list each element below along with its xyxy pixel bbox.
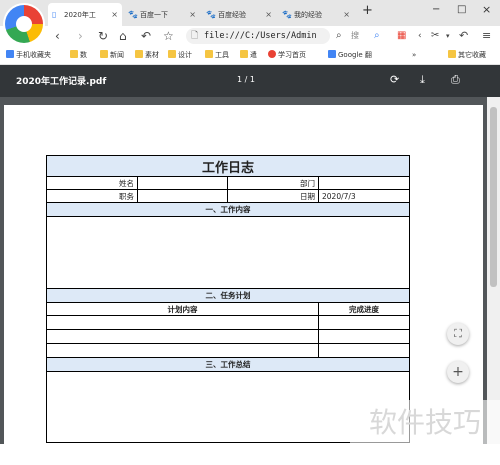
- close-tab-icon[interactable]: ×: [189, 10, 196, 19]
- download-icon[interactable]: ⤓: [420, 73, 425, 87]
- google-icon: [328, 50, 336, 58]
- bookmark-more-icon[interactable]: »: [412, 48, 416, 62]
- rotate-icon[interactable]: ⟳: [390, 73, 399, 87]
- zoom-icon[interactable]: ⌕: [374, 27, 380, 45]
- forward-icon[interactable]: ›: [78, 27, 83, 45]
- tab-pdf[interactable]: ▯ 2020年工 ×: [48, 3, 122, 26]
- cut-icon[interactable]: ✂: [431, 27, 439, 45]
- browser-logo-icon: [5, 5, 43, 43]
- plan-content-header: 计划内容: [47, 303, 319, 315]
- search-icon[interactable]: ⌕: [336, 27, 342, 45]
- bookmark-item[interactable]: 遣: [240, 48, 257, 62]
- home-icon[interactable]: ⌂: [119, 27, 127, 45]
- bookmark-item[interactable]: 新闻: [100, 48, 124, 62]
- bookmark-item[interactable]: 工具: [205, 48, 229, 62]
- close-tab-icon[interactable]: ×: [343, 10, 350, 19]
- print-icon[interactable]: ⎙: [451, 73, 460, 87]
- progress-row-cell[interactable]: [319, 330, 409, 343]
- tab-baidu[interactable]: 🐾 百度一下 ×: [124, 3, 200, 26]
- page-indicator: 1 / 1: [237, 75, 255, 84]
- undo-icon[interactable]: ↶: [141, 27, 151, 45]
- bookmark-item[interactable]: 学习首页: [268, 48, 306, 62]
- folder-icon: [240, 50, 248, 58]
- close-window-button[interactable]: ×: [482, 3, 491, 16]
- bookmark-item[interactable]: 设计: [168, 48, 192, 62]
- dept-field[interactable]: [319, 177, 409, 189]
- zoom-in-button[interactable]: +: [447, 361, 469, 383]
- file-icon: 🗋: [191, 31, 199, 41]
- apps-icon[interactable]: ▦: [397, 27, 406, 45]
- plan-row-cell[interactable]: [47, 316, 319, 329]
- bookmark-item[interactable]: 数: [70, 48, 87, 62]
- page-title: 工作日志: [47, 156, 409, 176]
- file-icon: ▯: [52, 10, 57, 19]
- back-icon[interactable]: ‹: [55, 27, 60, 45]
- dept-label: 部门: [228, 177, 319, 189]
- scrollbar-thumb[interactable]: [490, 107, 497, 287]
- plan-row-cell[interactable]: [47, 330, 319, 343]
- dropdown-icon[interactable]: ▾: [446, 27, 450, 45]
- study-icon: [268, 50, 276, 58]
- plan-row-cell[interactable]: [47, 344, 319, 357]
- minimize-button[interactable]: −: [432, 4, 440, 15]
- menu-icon[interactable]: ≡: [482, 27, 491, 45]
- address-bar[interactable]: 🗋 file:///C:/Users/Admin: [186, 28, 330, 44]
- work-content-area[interactable]: [47, 217, 409, 288]
- progress-row-cell[interactable]: [319, 344, 409, 357]
- folder-icon: [205, 50, 213, 58]
- url-text: file:///C:/Users/Admin: [204, 31, 317, 41]
- bookmark-item[interactable]: Google 翻: [328, 48, 372, 62]
- tab-baidu-jingyan[interactable]: 🐾 百度经验 ×: [202, 3, 276, 26]
- section-task-plan: 二、任务计划: [47, 289, 409, 302]
- baidu-icon: 🐾: [282, 10, 292, 19]
- tab-label: 百度经验: [218, 10, 246, 19]
- pdf-toolbar: 2020年工作记录.pdf 1 / 1 ⟳ ⤓ ⎙: [0, 65, 500, 97]
- date-field[interactable]: 2020/7/3: [319, 190, 409, 202]
- folder-icon: [70, 50, 78, 58]
- bookmark-item[interactable]: 其它收藏: [448, 48, 486, 62]
- maximize-button[interactable]: □: [457, 4, 466, 15]
- baidu-icon: 🐾: [128, 10, 138, 19]
- name-label: 姓名: [47, 177, 138, 189]
- pdf-filename: 2020年工作记录.pdf: [16, 77, 107, 87]
- new-tab-button[interactable]: +: [362, 3, 373, 18]
- close-tab-icon[interactable]: ×: [265, 10, 272, 19]
- section-work-content: 一、工作内容: [47, 203, 409, 216]
- tab-label: 2020年工: [64, 10, 96, 19]
- page-footer-strip: [0, 444, 500, 461]
- progress-header: 完成进度: [349, 304, 379, 314]
- tab-label: 我的经验: [294, 10, 322, 19]
- undo-icon[interactable]: ↶: [459, 27, 468, 45]
- folder-icon: [448, 50, 456, 58]
- close-tab-icon[interactable]: ×: [111, 10, 118, 19]
- folder-icon: [135, 50, 143, 58]
- star-icon[interactable]: ☆: [163, 27, 174, 45]
- tab-my-jingyan[interactable]: 🐾 我的经验 ×: [278, 3, 354, 26]
- bookmarks-bar: 手机收藏夹 数 新闻 素材 设计 工具 遣 学习首页 Google 翻 » 其它…: [0, 46, 500, 65]
- fit-page-button[interactable]: ⛶: [447, 323, 469, 345]
- bookmark-icon: [6, 50, 14, 58]
- tab-label: 百度一下: [140, 10, 168, 19]
- progress-row-cell[interactable]: [319, 316, 409, 329]
- search-engine-label[interactable]: 搜: [351, 27, 359, 45]
- tab-strip: ▯ 2020年工 × 🐾 百度一下 × 🐾 百度经验 × 🐾 我的经验 × + …: [0, 0, 500, 26]
- folder-icon: [168, 50, 176, 58]
- menu-arrow-icon[interactable]: ‹: [418, 27, 422, 45]
- baidu-icon: 🐾: [206, 10, 216, 19]
- bookmark-item[interactable]: 素材: [135, 48, 159, 62]
- position-field[interactable]: [138, 190, 228, 202]
- name-field[interactable]: [138, 177, 228, 189]
- bookmark-item[interactable]: 手机收藏夹: [6, 48, 51, 62]
- section-work-summary: 三、工作总结: [47, 358, 409, 371]
- position-label: 职务: [47, 190, 138, 202]
- watermark: 软件技巧: [350, 400, 500, 445]
- folder-icon: [100, 50, 108, 58]
- refresh-icon[interactable]: ↻: [98, 27, 108, 45]
- nav-bar: ‹ › ↻ ⌂ ↶ ☆ 🗋 file:///C:/Users/Admin ⌕ 搜…: [0, 26, 500, 46]
- date-label: 日期: [228, 190, 319, 202]
